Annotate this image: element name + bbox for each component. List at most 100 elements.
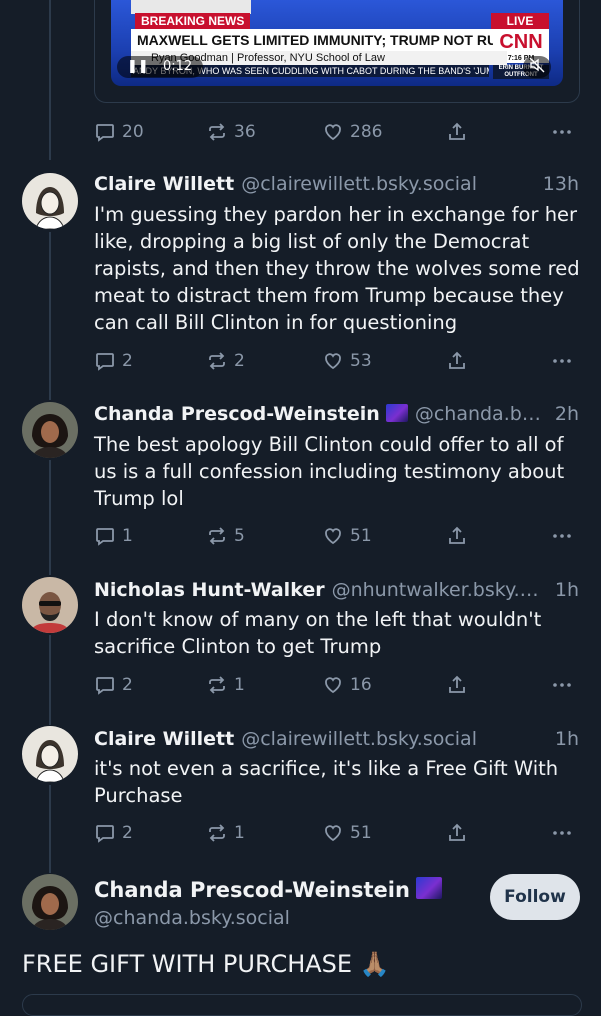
like-button[interactable]: 51 [322,821,372,845]
author-handle[interactable]: @clairewillett.bsky.social [241,171,535,197]
author-handle[interactable]: @nhuntwalker.bsky.so... [332,577,547,603]
avatar[interactable] [22,402,78,458]
reply-button[interactable]: 2 [94,821,133,845]
repost-button[interactable]: 5 [206,524,245,548]
post-actions: 1 5 51 [94,524,579,548]
focused-post-text: FREE GIFT WITH PURCHASE 🙏🏽 [22,950,390,978]
top-post-actions: 20 36 286 [94,120,579,144]
author-handle[interactable]: @clairewillett.bsky.social [241,726,547,752]
heart-icon [325,677,341,694]
mute-icon [529,57,545,73]
post-text: I'm guessing they pardon her in exchange… [94,203,580,334]
repost-button[interactable]: 36 [206,120,256,144]
share-button[interactable] [446,673,474,697]
share-button[interactable] [446,821,474,845]
reply-button[interactable]: 1 [94,524,133,548]
author-name[interactable]: Nicholas Hunt-Walker [94,577,325,603]
more-icon [553,683,571,687]
post-time[interactable]: 2h [555,401,579,427]
more-icon [553,534,571,538]
repost-count: 1 [234,675,245,695]
post-text: it's not even a sacrifice, it's like a F… [94,757,559,807]
thread-line [49,232,51,400]
post-header: Nicholas Hunt-Walker @nhuntwalker.bsky.s… [94,577,579,603]
post-actions: 2 1 16 [94,673,579,697]
share-button[interactable] [446,524,474,548]
heart-icon [325,825,341,842]
like-button[interactable]: 51 [322,524,372,548]
thread-line [49,460,51,575]
galaxy-emoji-icon [385,404,408,422]
repost-button[interactable]: 1 [206,821,245,845]
repost-button[interactable]: 1 [206,673,245,697]
avatar[interactable] [22,577,78,633]
post-actions: 2 2 53 [94,349,579,373]
share-button[interactable] [446,349,474,373]
more-options-button[interactable] [550,524,580,548]
thread-line [49,785,51,873]
reply-button[interactable]: 20 [94,120,144,144]
reply-count: 20 [122,122,144,142]
more-options-button[interactable] [550,120,580,144]
reply-button[interactable]: 2 [94,673,133,697]
video-time: 0:12 [162,59,193,74]
more-options-button[interactable] [550,673,580,697]
avatar[interactable] [22,173,78,229]
avatar[interactable] [22,874,78,930]
pause-icon[interactable]: ❚❚ [127,59,149,74]
video-frame-top [131,0,251,14]
share-icon [449,122,465,140]
like-count: 53 [350,351,372,371]
reply-icon [96,825,114,843]
post-text: The best apology Bill Clinton could offe… [94,433,565,510]
video-play-control[interactable]: ❚❚ 0:12 [117,56,203,78]
focused-author-name[interactable]: Chanda Prescod-Weinstein [94,876,442,904]
focused-author-name-text: Chanda Prescod-Weinstein [94,878,410,902]
repost-count: 2 [234,351,245,371]
repost-count: 1 [234,823,245,843]
reply-count: 1 [122,526,133,546]
author-name[interactable]: Chanda Prescod-Weinstein [94,401,408,427]
repost-button[interactable]: 2 [206,349,245,373]
reply-count: 2 [122,351,133,371]
author-handle[interactable]: @chanda.bs... [415,401,547,427]
focused-author-handle[interactable]: @chanda.bsky.social [94,905,290,931]
like-button[interactable]: 53 [322,349,372,373]
reply-icon [96,124,114,142]
repost-icon [209,123,225,141]
like-button[interactable]: 286 [322,120,382,144]
live-label: LIVE [491,13,549,29]
reply-icon [96,353,114,371]
share-icon [449,675,465,693]
share-button[interactable] [446,120,474,144]
more-options-button[interactable] [550,821,580,845]
network-name: CNN [499,31,543,53]
follow-button[interactable]: Follow [490,874,580,920]
embedded-card[interactable] [22,994,582,1016]
reply-icon [96,528,114,546]
video-embed-card[interactable]: BREAKING NEWS LIVE MAXWELL GETS LIMITED … [94,0,580,103]
post-actions: 2 1 51 [94,821,579,845]
reply-icon [96,677,114,695]
video-player[interactable]: BREAKING NEWS LIVE MAXWELL GETS LIMITED … [111,0,563,86]
avatar[interactable] [22,726,78,782]
post-time[interactable]: 1h [555,577,579,603]
reply-count: 2 [122,675,133,695]
mute-button[interactable] [523,56,551,78]
post-time[interactable]: 13h [543,171,579,197]
post-header: Claire Willett @clairewillett.bsky.socia… [94,171,579,197]
author-name[interactable]: Claire Willett [94,726,234,752]
post-time[interactable]: 1h [555,726,579,752]
more-options-button[interactable] [550,349,580,373]
like-button[interactable]: 16 [322,673,372,697]
reply-button[interactable]: 2 [94,349,133,373]
share-icon [449,526,465,544]
author-name[interactable]: Claire Willett [94,171,234,197]
more-icon [553,130,571,134]
heart-icon [325,353,341,370]
thread-line [49,0,51,160]
more-icon [553,359,571,363]
like-count: 16 [350,675,372,695]
thread-line [49,635,51,725]
galaxy-emoji-icon [415,877,442,899]
